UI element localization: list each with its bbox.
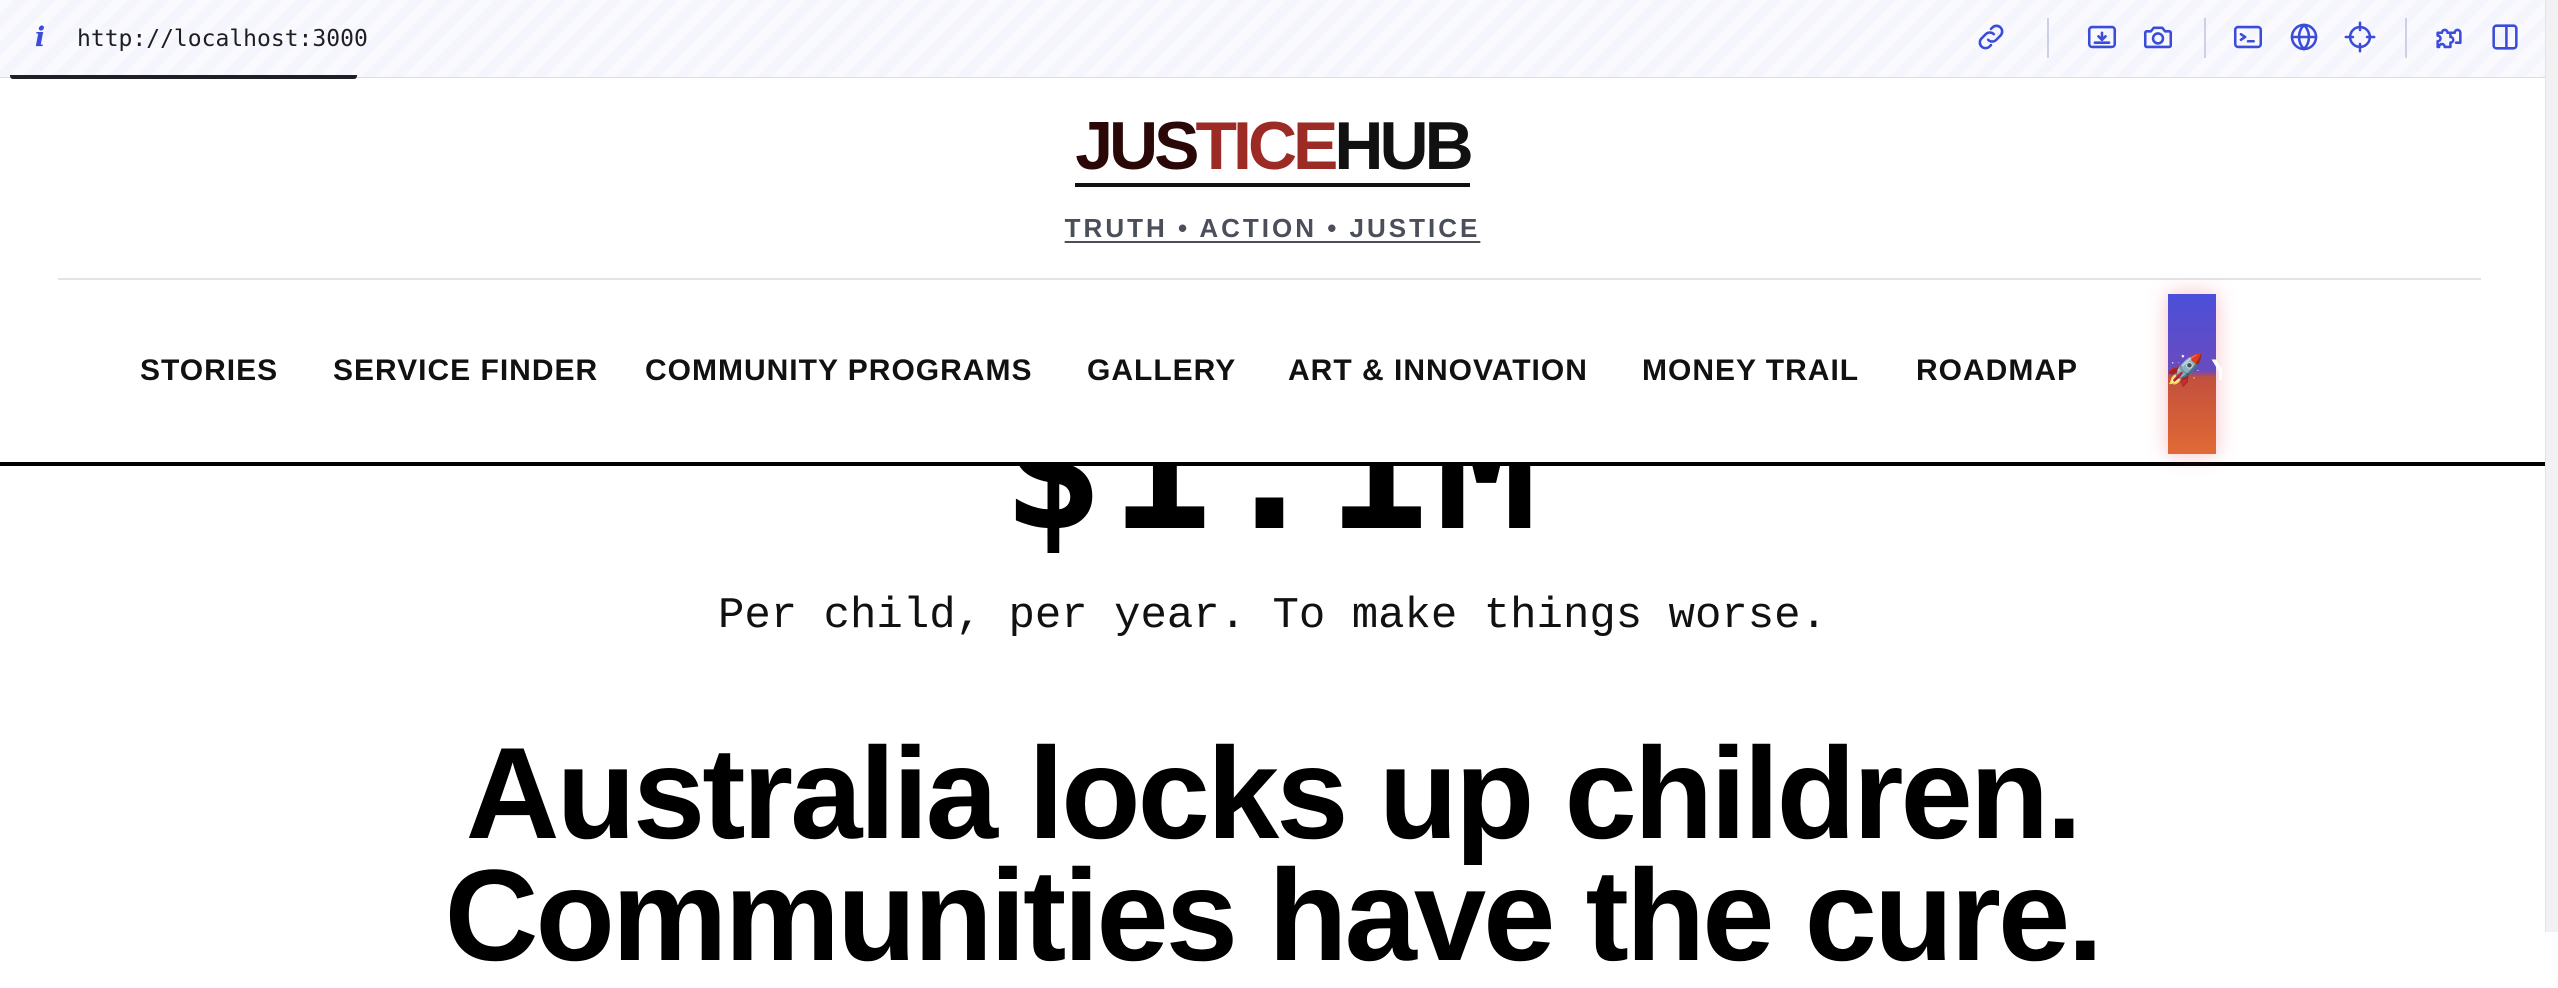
link-icon[interactable] — [1974, 20, 2008, 54]
header-divider — [58, 278, 2481, 280]
globe-icon[interactable] — [2287, 20, 2321, 54]
url-text[interactable]: http://localhost:3000 — [77, 22, 368, 56]
site-tagline[interactable]: TRUTH • ACTION • JUSTICE — [0, 211, 2545, 245]
hero-headline-line1: Australia locks up children. — [465, 720, 2083, 866]
site-header: JUSTICEHUB TRUTH • ACTION • JUSTICE STOR… — [0, 78, 2545, 466]
nav-item-art-innovation[interactable]: ART & INNOVATION — [1288, 351, 1588, 391]
url-focus-underline — [10, 75, 357, 79]
nav-item-community-programs[interactable]: COMMUNITY PROGRAMS — [645, 351, 1032, 391]
tagline-text[interactable]: TRUTH • ACTION • JUSTICE — [1065, 213, 1481, 243]
camera-icon[interactable] — [2141, 20, 2175, 54]
nav-item-service-finder[interactable]: SERVICE FINDER — [333, 351, 598, 391]
logo-part-hub: HUB — [1334, 108, 1473, 184]
hero-headline: Australia locks up children. Communities… — [0, 720, 2545, 988]
nav-item-stories[interactable]: STORIES — [140, 351, 278, 391]
toolbar-separator — [2047, 18, 2049, 58]
logo-part-tice: TICE — [1195, 108, 1339, 184]
extensions-icon[interactable] — [2432, 20, 2466, 54]
crosshair-icon[interactable] — [2343, 20, 2377, 54]
browser-url-bar: i http://localhost:3000 — [0, 0, 2545, 79]
nav-item-money-trail[interactable]: MONEY TRAIL — [1642, 351, 1859, 391]
logo-part-jus: JUS — [1075, 108, 1199, 184]
terminal-icon[interactable] — [2231, 20, 2265, 54]
cta-button-label[interactable]: 🚀 YO — [2166, 351, 2222, 391]
logo-wordmark[interactable]: JUSTICEHUB — [1075, 108, 1474, 187]
hero-subtitle: Per child, per year. To make things wors… — [718, 591, 1827, 641]
sidebar-icon[interactable] — [2488, 20, 2522, 54]
nav-item-gallery[interactable]: GALLERY — [1087, 351, 1236, 391]
screenshot-area-icon[interactable] — [2085, 20, 2119, 54]
nav-item-roadmap[interactable]: ROADMAP — [1916, 351, 2078, 391]
info-icon[interactable]: i — [28, 20, 52, 56]
toolbar-separator — [2204, 18, 2206, 58]
hero-headline-line2: Communities have the cure. — [444, 842, 2104, 988]
page-scrollbar[interactable] — [2545, 0, 2558, 932]
site-logo[interactable]: JUSTICEHUB — [0, 106, 2545, 187]
toolbar-separator — [2405, 18, 2407, 58]
